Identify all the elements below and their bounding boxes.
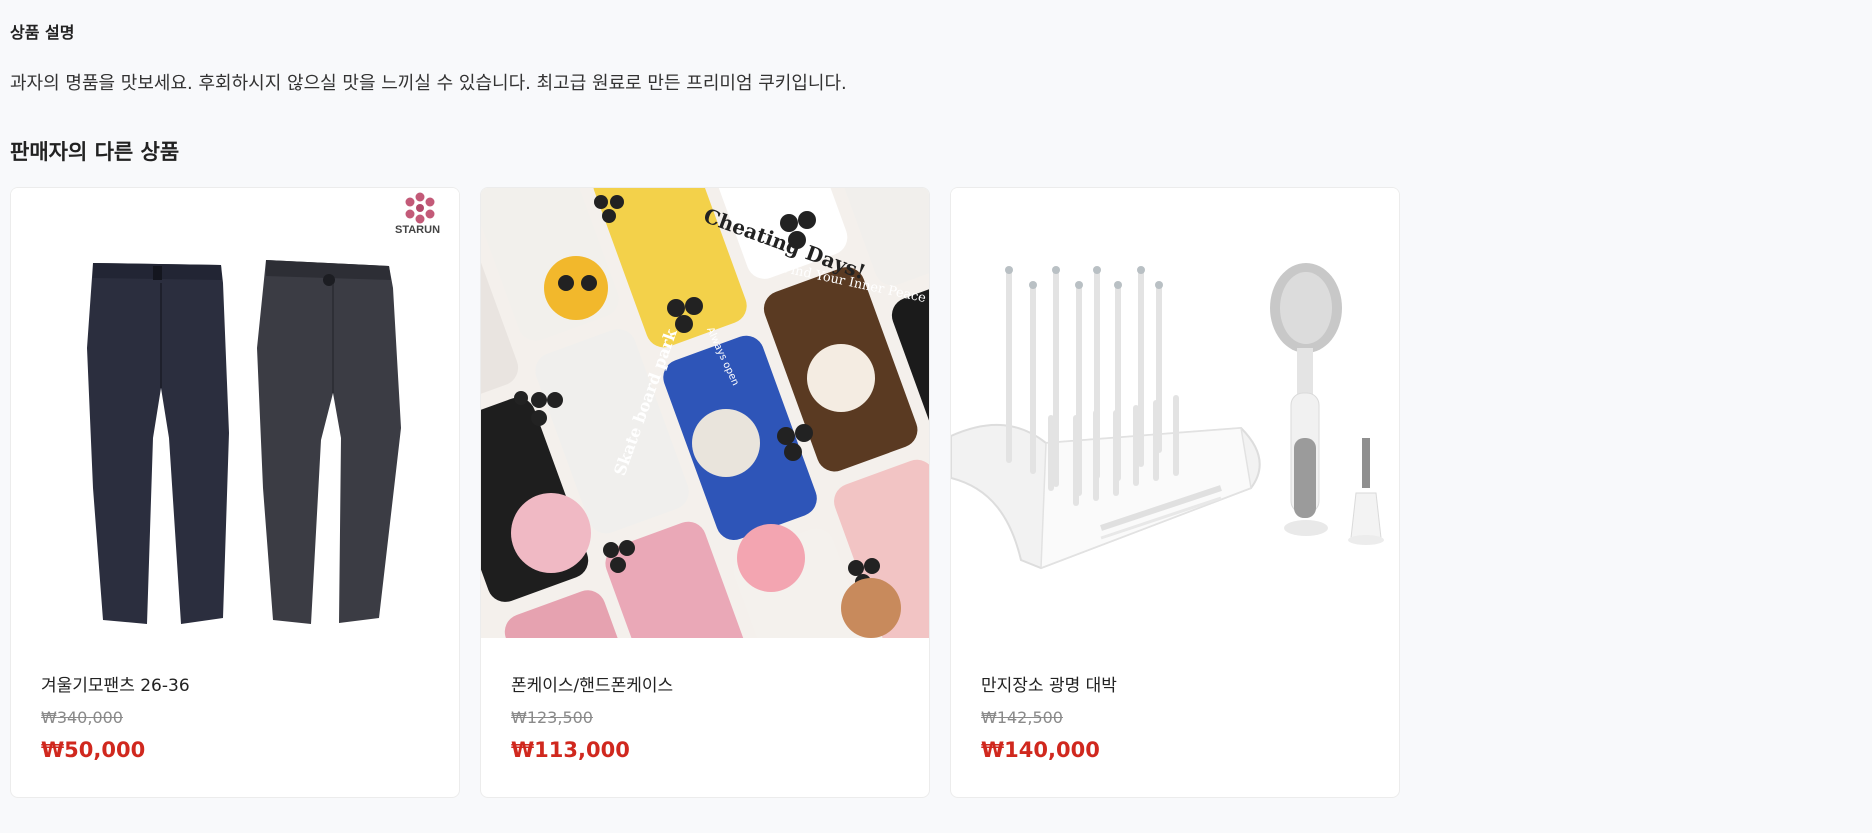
product-image-drying-rack[interactable]	[951, 188, 1399, 638]
description-heading: 상품 설명	[10, 23, 75, 42]
svg-text:STARUN: STARUN	[395, 224, 440, 236]
product-name[interactable]: 만지장소 광명 대박	[981, 671, 1117, 696]
original-price: ₩123,500	[511, 708, 593, 727]
bear-icon	[692, 409, 760, 477]
sale-price: ₩113,000	[511, 738, 630, 762]
product-card[interactable]: 만지장소 광명 대박 ₩142,500 ₩140,000	[950, 187, 1400, 798]
product-card[interactable]: Cheating Days! Find Your Inner Peace at …	[480, 187, 930, 798]
sale-price: ₩50,000	[41, 738, 146, 762]
original-price: ₩340,000	[41, 708, 123, 727]
description-text: 과자의 명품을 맛보세요. 후회하시지 않으실 맛을 느끼실 수 있습니다. 최…	[10, 73, 847, 94]
sale-price: ₩140,000	[981, 738, 1100, 762]
product-name[interactable]: 폰케이스/핸드폰케이스	[511, 671, 673, 696]
tiger-icon	[544, 256, 608, 320]
product-image-phone-cases[interactable]: Cheating Days! Find Your Inner Peace at …	[481, 188, 929, 638]
other-products-heading: 판매자의 다른 상품	[10, 140, 180, 164]
product-card[interactable]: STARUN 겨울기모팬츠 26-36 ₩340,000 ₩50,000	[10, 187, 460, 798]
product-name[interactable]: 겨울기모팬츠 26-36	[41, 671, 190, 696]
product-image-pants[interactable]: STARUN	[11, 188, 459, 638]
product-detail-page: 상품 설명 과자의 명품을 맛보세요. 후회하시지 않으실 맛을 느끼실 수 있…	[0, 0, 1872, 833]
original-price: ₩142,500	[981, 708, 1063, 727]
